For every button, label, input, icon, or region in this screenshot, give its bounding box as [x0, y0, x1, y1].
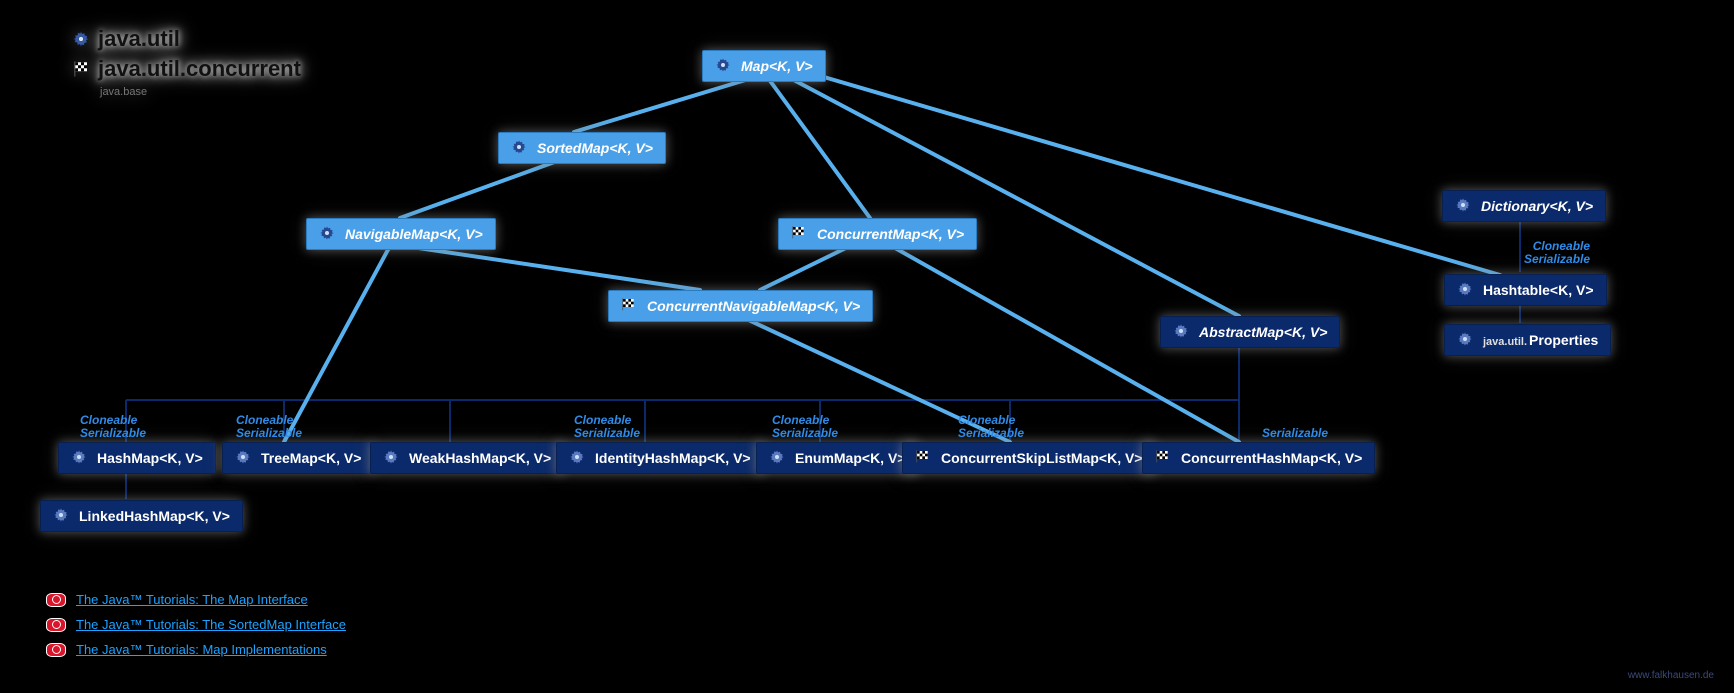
node-weakhashmap[interactable]: WeakHashMap<K, V> [370, 442, 564, 474]
credit-text: www.falkhausen.de [1628, 670, 1714, 681]
oracle-icon [46, 643, 66, 657]
legend: java.util java.util.concurrent java.base [72, 26, 301, 98]
gear-icon [715, 57, 733, 75]
node-identityhashmap[interactable]: IdentityHashMap<K, V> [556, 442, 764, 474]
node-map[interactable]: Map<K, V> [702, 50, 826, 82]
link-text[interactable]: The Java™ Tutorials: Map Implementations [76, 642, 327, 657]
node-label: WeakHashMap<K, V> [409, 450, 551, 466]
node-hashmap[interactable]: HashMap<K, V> [58, 442, 216, 474]
legend-util-label: java.util [98, 26, 180, 52]
node-concurrentmap[interactable]: ConcurrentMap<K, V> [778, 218, 977, 250]
flag-icon [72, 60, 90, 78]
node-label: Hashtable<K, V> [1483, 282, 1594, 298]
gear-icon [383, 449, 401, 467]
oracle-icon [46, 593, 66, 607]
oracle-icon [46, 618, 66, 632]
node-label: Map<K, V> [741, 58, 813, 74]
node-concurrentnavigablemap[interactable]: ConcurrentNavigableMap<K, V> [608, 290, 873, 322]
flag-icon [1155, 449, 1173, 467]
node-concurrentskiplistmap[interactable]: ConcurrentSkipListMap<K, V> [902, 442, 1155, 474]
node-treemap[interactable]: TreeMap<K, V> [222, 442, 374, 474]
link-sortedmap-interface[interactable]: The Java™ Tutorials: The SortedMap Inter… [46, 617, 346, 632]
link-map-implementations[interactable]: The Java™ Tutorials: Map Implementations [46, 642, 346, 657]
annot-enummap: CloneableSerializable [772, 414, 838, 440]
node-enummap[interactable]: EnumMap<K, V> [756, 442, 918, 474]
legend-concurrent-label: java.util.concurrent [98, 56, 301, 82]
gear-icon [235, 449, 253, 467]
gear-icon [569, 449, 587, 467]
link-text[interactable]: The Java™ Tutorials: The Map Interface [76, 592, 308, 607]
annot-treemap: CloneableSerializable [236, 414, 302, 440]
node-hashtable[interactable]: Hashtable<K, V> [1444, 274, 1607, 306]
link-text[interactable]: The Java™ Tutorials: The SortedMap Inter… [76, 617, 346, 632]
node-label: NavigableMap<K, V> [345, 226, 483, 242]
node-label: EnumMap<K, V> [795, 450, 905, 466]
annot-hashmap: CloneableSerializable [80, 414, 146, 440]
gear-icon [1455, 197, 1473, 215]
node-label: SortedMap<K, V> [537, 140, 653, 156]
legend-module: java.base [100, 86, 301, 98]
node-label: Dictionary<K, V> [1481, 198, 1593, 214]
node-label: TreeMap<K, V> [261, 450, 361, 466]
node-label: AbstractMap<K, V> [1199, 324, 1327, 340]
gear-icon [72, 30, 90, 48]
node-label: ConcurrentNavigableMap<K, V> [647, 298, 860, 314]
node-label: LinkedHashMap<K, V> [79, 508, 230, 524]
node-label: ConcurrentMap<K, V> [817, 226, 964, 242]
diagram-canvas: java.util java.util.concurrent java.base… [0, 0, 1734, 693]
node-concurrenthashmap[interactable]: ConcurrentHashMap<K, V> [1142, 442, 1375, 474]
node-linkedhashmap[interactable]: LinkedHashMap<K, V> [40, 500, 243, 532]
node-label: ConcurrentSkipListMap<K, V> [941, 450, 1142, 466]
gear-icon [319, 225, 337, 243]
annot-hashtable: CloneableSerializable [1524, 240, 1590, 266]
node-sortedmap[interactable]: SortedMap<K, V> [498, 132, 666, 164]
gear-icon [1457, 331, 1475, 349]
node-navigablemap[interactable]: NavigableMap<K, V> [306, 218, 496, 250]
node-dictionary[interactable]: Dictionary<K, V> [1442, 190, 1606, 222]
link-map-interface[interactable]: The Java™ Tutorials: The Map Interface [46, 592, 346, 607]
flag-icon [621, 297, 639, 315]
gear-icon [1457, 281, 1475, 299]
flag-icon [791, 225, 809, 243]
gear-icon [769, 449, 787, 467]
flag-icon [915, 449, 933, 467]
gear-icon [511, 139, 529, 157]
node-label: java.util.Properties [1483, 332, 1598, 348]
node-properties[interactable]: java.util.Properties [1444, 324, 1611, 356]
legend-row-concurrent: java.util.concurrent [72, 56, 301, 82]
gear-icon [53, 507, 71, 525]
node-label: ConcurrentHashMap<K, V> [1181, 450, 1362, 466]
gear-icon [71, 449, 89, 467]
annot-chm: Serializable [1262, 427, 1328, 440]
legend-row-util: java.util [72, 26, 301, 52]
gear-icon [1173, 323, 1191, 341]
node-label: IdentityHashMap<K, V> [595, 450, 751, 466]
node-abstractmap[interactable]: AbstractMap<K, V> [1160, 316, 1340, 348]
annot-cslmap: CloneableSerializable [958, 414, 1024, 440]
annot-identityhashmap: CloneableSerializable [574, 414, 640, 440]
node-label: HashMap<K, V> [97, 450, 203, 466]
references-block: The Java™ Tutorials: The Map Interface T… [46, 592, 346, 667]
